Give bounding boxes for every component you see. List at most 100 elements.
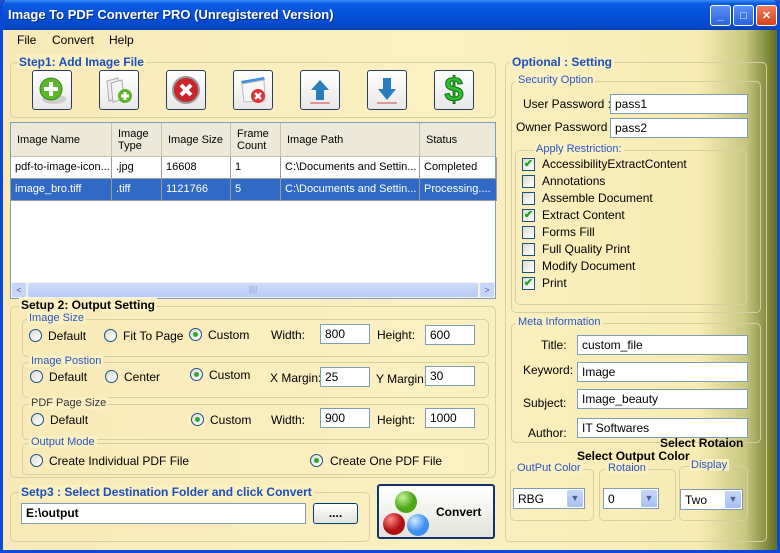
pdf-height-label: Height: xyxy=(377,413,416,427)
menu-help[interactable]: Help xyxy=(109,33,134,47)
restriction-checkbox[interactable]: ✔ xyxy=(522,277,535,290)
cell-status: Processing.... xyxy=(420,179,497,201)
restriction-checkbox[interactable]: ✔ xyxy=(522,158,535,171)
output-color-select[interactable]: RBG ▼ xyxy=(513,488,585,509)
image-size-group: Image Size xyxy=(22,312,489,357)
meta-subject-input[interactable]: Image_beauty xyxy=(577,389,748,409)
meta-keyword-label: Keyword: xyxy=(523,363,574,377)
y-margin-input[interactable]: 30 xyxy=(425,366,475,386)
menu-bar: File Convert Help xyxy=(3,30,777,50)
chevron-down-icon[interactable]: ▼ xyxy=(641,490,657,507)
pdf-width-input[interactable]: 900 xyxy=(320,408,370,428)
restriction-label: Full Quality Print xyxy=(542,242,631,256)
restriction-checkbox[interactable]: ✔ xyxy=(522,209,535,222)
x-margin-label: X Margin: xyxy=(270,371,322,385)
convert-label: Convert xyxy=(436,505,482,519)
col-image-type[interactable]: Image Type xyxy=(112,123,162,157)
image-width-input[interactable]: 800 xyxy=(320,324,370,344)
cell-name: pdf-to-image-icon... xyxy=(11,157,112,179)
restriction-label: AccessibilityExtractContent xyxy=(542,157,687,171)
owner-password-input[interactable]: pass2 xyxy=(610,118,748,138)
horizontal-scrollbar[interactable]: < |||| > xyxy=(11,282,495,298)
x-margin-input[interactable]: 25 xyxy=(320,367,370,387)
pdf-size-custom-radio[interactable] xyxy=(191,413,204,426)
remove-button[interactable] xyxy=(166,70,206,110)
display-value: Two xyxy=(685,493,708,507)
menu-convert[interactable]: Convert xyxy=(52,33,94,47)
close-icon: ✕ xyxy=(761,10,772,22)
meta-title: Meta Information xyxy=(516,316,603,328)
scroll-right-icon[interactable]: > xyxy=(480,283,494,297)
table-row[interactable]: image_bro.tiff .tiff 1121766 5 C:\Docume… xyxy=(11,179,497,201)
meta-keyword-input[interactable]: Image xyxy=(577,362,748,382)
meta-title-label: Title: xyxy=(541,338,567,352)
image-size-fit-radio[interactable] xyxy=(104,329,117,342)
browse-button[interactable]: .... xyxy=(313,503,358,524)
output-color-title: OutPut Color xyxy=(515,462,583,474)
restriction-label: Print xyxy=(542,276,567,290)
image-size-custom-radio[interactable] xyxy=(189,328,202,341)
col-image-size[interactable]: Image Size xyxy=(162,123,231,157)
pdf-width-label: Width: xyxy=(271,413,306,427)
pdf-size-default-label: Default xyxy=(50,413,89,427)
image-file-grid[interactable]: Image Name Image Type Image Size Frame C… xyxy=(10,122,497,299)
chevron-down-icon[interactable]: ▼ xyxy=(725,491,741,508)
restriction-label: Forms Fill xyxy=(542,225,595,239)
image-size-default-radio[interactable] xyxy=(29,329,42,342)
buy-button[interactable]: $ xyxy=(434,70,474,110)
move-up-button[interactable] xyxy=(300,70,340,110)
title-bar[interactable]: Image To PDF Converter PRO (Unregistered… xyxy=(3,0,777,30)
restriction-checkbox[interactable] xyxy=(522,260,535,273)
one-pdf-radio[interactable] xyxy=(310,454,323,467)
user-password-input[interactable]: pass1 xyxy=(610,94,748,114)
scroll-left-icon[interactable]: < xyxy=(12,283,26,297)
destination-folder-input[interactable]: E:\output xyxy=(21,503,306,524)
add-folder-button[interactable] xyxy=(99,70,139,110)
clear-all-button[interactable] xyxy=(233,70,273,110)
cell-size: 16608 xyxy=(162,157,231,179)
image-size-default-label: Default xyxy=(48,329,87,343)
image-height-input[interactable]: 600 xyxy=(425,325,475,345)
add-file-button[interactable] xyxy=(32,70,72,110)
image-position-custom-radio[interactable] xyxy=(190,368,203,381)
restriction-label: Extract Content xyxy=(542,208,625,222)
select-rotation-caption: Select Rotaion xyxy=(660,436,744,450)
restriction-checkbox[interactable] xyxy=(522,192,535,205)
cell-frames: 1 xyxy=(231,157,281,179)
menu-file[interactable]: File xyxy=(17,33,36,47)
cell-path: C:\Documents and Settin... xyxy=(281,179,420,201)
security-option-title: Security Option xyxy=(516,74,596,86)
app-window: Image To PDF Converter PRO (Unregistered… xyxy=(0,0,780,553)
convert-button[interactable]: Convert xyxy=(377,484,495,539)
meta-author-input[interactable]: IT Softwares xyxy=(577,418,748,438)
move-down-button[interactable] xyxy=(367,70,407,110)
image-position-default-radio[interactable] xyxy=(30,370,43,383)
col-image-name[interactable]: Image Name xyxy=(11,123,112,157)
grid-header: Image Name Image Type Image Size Frame C… xyxy=(11,123,495,157)
rotation-select[interactable]: 0 ▼ xyxy=(603,488,659,509)
add-icon xyxy=(39,77,66,104)
chevron-down-icon[interactable]: ▼ xyxy=(567,490,583,507)
table-row[interactable]: pdf-to-image-icon... .jpg 16608 1 C:\Doc… xyxy=(11,157,497,179)
col-status[interactable]: Status xyxy=(420,123,497,157)
display-select[interactable]: Two ▼ xyxy=(680,489,743,510)
close-button[interactable]: ✕ xyxy=(756,5,777,26)
image-position-center-radio[interactable] xyxy=(105,370,118,383)
one-pdf-label: Create One PDF File xyxy=(330,454,443,468)
restriction-checkbox[interactable] xyxy=(522,243,535,256)
meta-title-input[interactable]: custom_file xyxy=(577,335,748,355)
step3-title: Setp3 : Select Destination Folder and cl… xyxy=(19,485,314,499)
col-image-path[interactable]: Image Path xyxy=(281,123,420,157)
col-frame-count[interactable]: Frame Count xyxy=(231,123,281,157)
pdf-height-input[interactable]: 1000 xyxy=(425,408,475,428)
maximize-button[interactable]: □ xyxy=(733,5,754,26)
restriction-checkbox[interactable] xyxy=(522,175,535,188)
cell-frames: 5 xyxy=(231,179,281,201)
pdf-size-default-radio[interactable] xyxy=(31,413,44,426)
remove-icon xyxy=(172,76,200,104)
minimize-button[interactable]: _ xyxy=(710,5,731,26)
cell-type: .jpg xyxy=(112,157,162,179)
restriction-checkbox[interactable] xyxy=(522,226,535,239)
individual-pdf-radio[interactable] xyxy=(30,454,43,467)
scroll-thumb[interactable]: |||| xyxy=(28,283,478,297)
